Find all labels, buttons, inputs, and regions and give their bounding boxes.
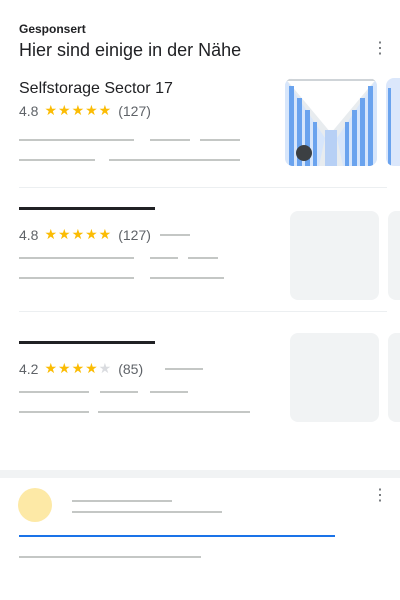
listing-name-placeholder[interactable] [19, 207, 155, 210]
placeholder-line [150, 257, 178, 259]
listing-photo-peek[interactable] [388, 333, 400, 422]
rating-stars: ★★★★★ [44, 360, 112, 377]
listing-photo-peek[interactable] [388, 211, 400, 300]
placeholder-line [188, 257, 218, 259]
placeholder-line [19, 277, 134, 279]
placeholder-line [98, 411, 250, 413]
empty-star: ★ [98, 360, 113, 376]
placeholder-line [200, 139, 240, 141]
avatar-placeholder [18, 488, 52, 522]
placeholder-line [109, 159, 240, 161]
divider [19, 187, 387, 188]
placeholder-line [19, 556, 201, 558]
listing-photo[interactable] [285, 78, 377, 166]
placeholder-line [19, 139, 134, 141]
rating-row: 4.2 ★★★★★ (85) [19, 360, 143, 377]
review-count: (127) [118, 102, 151, 119]
rating-row: 4.8 ★★★★★ (127) [19, 226, 151, 243]
more-options-icon[interactable]: ⋮ [372, 488, 388, 504]
listing-photo-peek[interactable] [386, 78, 400, 166]
placeholder-line [150, 139, 190, 141]
placeholder-line [165, 368, 203, 370]
listing-photo[interactable] [290, 211, 379, 300]
sponsored-label: Gesponsert [19, 22, 86, 36]
rating-value: 4.8 [19, 226, 39, 243]
filled-stars: ★★★★ [44, 360, 99, 376]
placeholder-line [150, 277, 224, 279]
review-count: (127) [118, 226, 151, 243]
listing-name[interactable]: Selfstorage Sector 17 [19, 80, 173, 98]
placeholder-line [19, 391, 89, 393]
rating-row: 4.8 ★★★★★ (127) [19, 102, 151, 119]
listing-photo[interactable] [290, 333, 379, 422]
rating-value: 4.8 [19, 102, 39, 119]
placeholder-line [19, 159, 95, 161]
more-options-icon[interactable]: ⋮ [372, 41, 388, 57]
rating-stars: ★★★★★ [44, 226, 113, 242]
storage-facility-photo [285, 78, 377, 166]
placeholder-line [150, 391, 188, 393]
placeholder-line [100, 391, 138, 393]
rating-stars: ★★★★★ [44, 102, 113, 118]
section-title: Hier sind einige in der Nähe [19, 40, 242, 60]
link-placeholder-line[interactable] [19, 535, 335, 537]
placeholder-line [72, 500, 172, 502]
section-separator [0, 470, 400, 478]
placeholder-line [19, 411, 89, 413]
listing-name-placeholder[interactable] [19, 341, 155, 344]
placeholder-line [19, 257, 134, 259]
divider [19, 311, 387, 312]
placeholder-line [72, 511, 222, 513]
placeholder-line [160, 234, 190, 236]
rating-value: 4.2 [19, 360, 39, 377]
review-count: (85) [118, 360, 144, 377]
